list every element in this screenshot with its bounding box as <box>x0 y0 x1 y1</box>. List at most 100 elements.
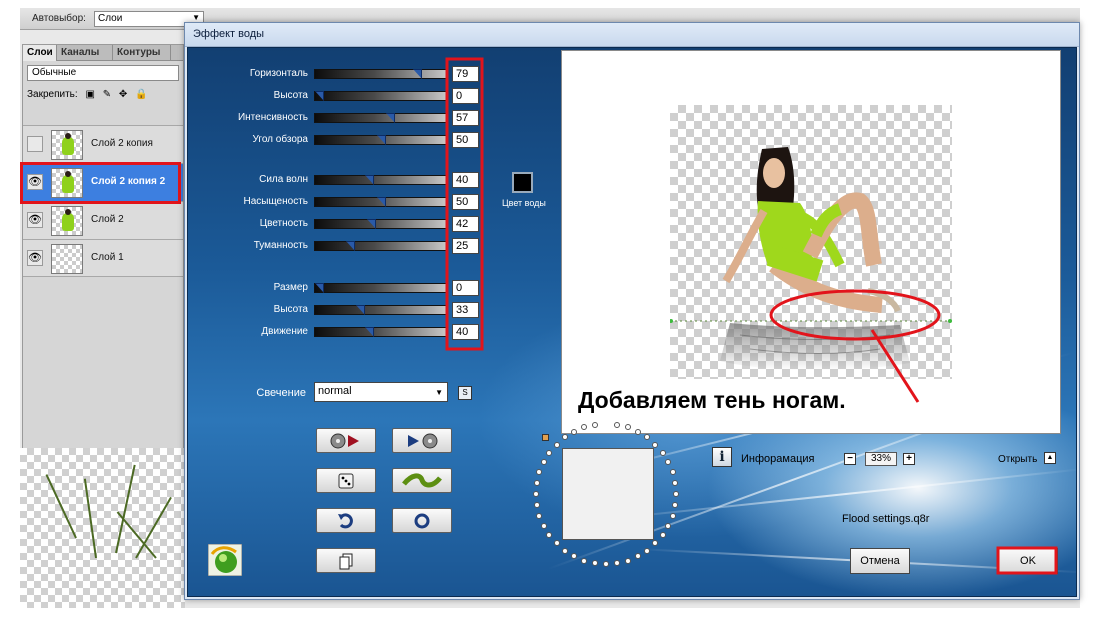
slider-thumb[interactable] <box>315 91 324 101</box>
wave-button[interactable] <box>392 468 452 493</box>
layer-row[interactable]: Слой 2 копия <box>23 125 183 163</box>
slider-value-input[interactable]: 25 <box>452 238 479 254</box>
zoom-value: 33% <box>865 452 897 466</box>
preview-canvas[interactable]: Добавляем тень ногам. <box>561 50 1061 434</box>
play-back-button[interactable] <box>392 428 452 453</box>
ok-button[interactable]: OK <box>998 548 1058 574</box>
dial-dot <box>659 449 666 456</box>
blend-mode-dropdown[interactable]: Обычные <box>27 65 179 81</box>
reset-button[interactable] <box>392 508 452 533</box>
slider-value-input[interactable]: 33 <box>452 302 479 318</box>
slider-track[interactable] <box>314 69 448 79</box>
dial-dot <box>652 540 659 547</box>
layer-highlight-box <box>20 162 181 204</box>
water-color-swatch[interactable] <box>512 172 533 193</box>
autoselect-value: Слои <box>98 13 123 24</box>
slider-track[interactable] <box>314 175 448 185</box>
dial-dot <box>603 561 609 567</box>
lock-brush-icon[interactable]: ✎ <box>103 89 111 100</box>
slider-track[interactable] <box>314 283 448 293</box>
slider-track[interactable] <box>314 327 448 337</box>
reset-icon <box>393 509 451 532</box>
dial-dot <box>533 480 540 487</box>
slider-value-input[interactable]: 57 <box>452 110 479 126</box>
dial-dot <box>581 557 588 564</box>
slider-value-input[interactable]: 42 <box>452 216 479 232</box>
play-forward-button[interactable] <box>316 428 376 453</box>
glow-s-button[interactable]: S <box>458 386 472 400</box>
slider-label: Интенсивность <box>237 112 308 123</box>
tab-paths[interactable]: Контуры <box>113 45 171 61</box>
lock-all-icon[interactable]: 🔒 <box>135 89 147 100</box>
layer-row[interactable]: 👁 Слой 2 <box>23 201 183 239</box>
slider-track[interactable] <box>314 241 448 251</box>
slider-thumb[interactable] <box>386 113 395 123</box>
transparent-checkerboard <box>670 105 952 379</box>
dial-dot <box>546 532 553 539</box>
slider-track[interactable] <box>314 219 448 229</box>
random-button[interactable] <box>316 468 376 493</box>
layer-row[interactable]: 👁 Слой 1 <box>23 239 183 277</box>
slider-track[interactable] <box>314 113 448 123</box>
undo-button[interactable] <box>316 508 376 533</box>
slider-thumb[interactable] <box>346 241 355 251</box>
slider-value-input[interactable]: 79 <box>452 66 479 82</box>
glow-dropdown[interactable]: normal ▼ <box>314 382 448 402</box>
dial-handle[interactable] <box>542 434 549 441</box>
slider-thumb[interactable] <box>413 69 422 79</box>
info-icon[interactable]: i <box>712 447 732 467</box>
lock-transparency-icon[interactable]: ▣ <box>85 89 94 100</box>
cancel-button[interactable]: Отмена <box>850 548 910 574</box>
slider-thumb[interactable] <box>365 327 374 337</box>
eye-icon[interactable]: 👁 <box>27 250 43 266</box>
slider-thumb[interactable] <box>367 219 376 229</box>
slider-label: Высота <box>273 90 308 101</box>
dialog-title: Эффект воды <box>193 28 265 40</box>
slider-thumb[interactable] <box>356 305 365 315</box>
slider-value-input[interactable]: 0 <box>452 88 479 104</box>
plugin-logo-icon <box>208 544 242 576</box>
slider-value-input[interactable]: 50 <box>452 194 479 210</box>
open-button[interactable]: ▲ <box>1044 452 1056 464</box>
water-color-label: Цвет воды <box>502 198 546 208</box>
dial-dot <box>634 428 641 435</box>
slider-track[interactable] <box>314 197 448 207</box>
dial-dot <box>634 553 641 560</box>
dial-dot <box>540 522 547 529</box>
tab-channels[interactable]: Каналы <box>57 45 113 61</box>
slider-track[interactable] <box>314 91 448 101</box>
wave-icon <box>393 469 451 492</box>
dial-preview-box[interactable] <box>562 448 654 540</box>
dialog-body: Горизонталь 79 Высота 0 Интенсивность 57 Угол … <box>187 47 1077 597</box>
slider-thumb[interactable] <box>315 283 324 293</box>
annotation-caption: Добавляем тень ногам. <box>578 387 846 413</box>
dial-dot <box>536 512 543 519</box>
eye-icon[interactable]: 👁 <box>27 212 43 228</box>
slider-label: Движение <box>261 326 308 337</box>
slider-value-input[interactable]: 0 <box>452 280 479 296</box>
visibility-toggle[interactable] <box>27 136 43 152</box>
slider-thumb[interactable] <box>377 197 386 207</box>
lock-move-icon[interactable]: ✥ <box>119 89 127 100</box>
settings-filename: Flood settings.q8r <box>842 513 930 525</box>
slider-thumb[interactable] <box>365 175 374 185</box>
slider-label: Насыщеность <box>243 196 308 207</box>
screenshot: Автовыбор: Слои ▼ Слои Каналы Контуры Об… <box>0 0 1099 625</box>
zoom-in-button[interactable]: + <box>903 453 915 465</box>
slider-label: Горизонталь <box>249 68 308 79</box>
slider-label: Высота <box>273 304 308 315</box>
slider-value-input[interactable]: 50 <box>452 132 479 148</box>
play-forward-icon <box>317 429 375 452</box>
zoom-out-button[interactable]: − <box>844 453 856 465</box>
dial-dot <box>659 532 666 539</box>
autoselect-label: Автовыбор: <box>32 13 86 24</box>
dial-dot <box>669 512 676 519</box>
slider-track[interactable] <box>314 135 448 145</box>
copy-button[interactable] <box>316 548 376 573</box>
slider-value-input[interactable]: 40 <box>452 324 479 340</box>
slider-thumb[interactable] <box>377 135 386 145</box>
slider-value-input[interactable]: 40 <box>452 172 479 188</box>
dial-dot <box>592 421 599 428</box>
tab-layers[interactable]: Слои <box>23 45 57 61</box>
slider-track[interactable] <box>314 305 448 315</box>
